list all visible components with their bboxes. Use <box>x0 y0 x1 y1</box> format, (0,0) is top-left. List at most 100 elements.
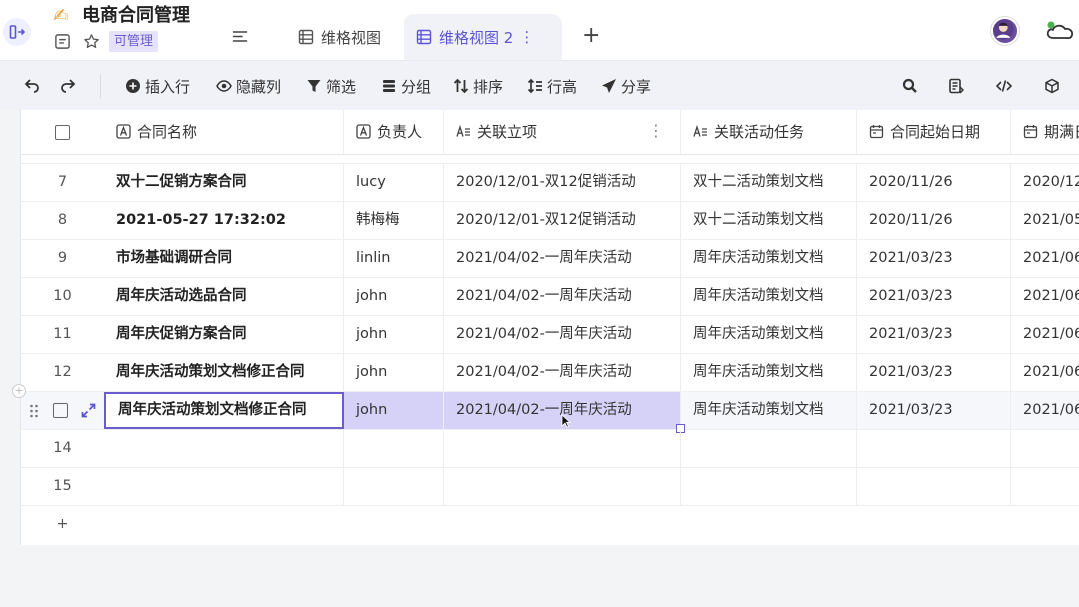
cell-end-date[interactable]: 2021/06 <box>1011 316 1079 353</box>
cell-owner[interactable] <box>344 430 444 467</box>
row-checkbox[interactable] <box>53 403 68 418</box>
cell-end-date[interactable]: 2020/12 <box>1011 164 1079 201</box>
cell-linked-task[interactable]: 周年庆活动策划文档 <box>681 240 857 277</box>
cell-linked-task[interactable] <box>681 430 857 467</box>
insert-row-button[interactable]: 插入行 <box>125 75 190 97</box>
cell-linked-task[interactable]: 周年庆活动策划文档 <box>681 392 857 429</box>
insert-row-plus-icon[interactable]: + <box>12 384 26 398</box>
cell-contract-name[interactable] <box>104 468 344 505</box>
doc-title[interactable]: 电商合同管理 <box>82 5 190 27</box>
cell-start-date[interactable]: 2020/11/26 <box>857 164 1011 201</box>
collapse-sidebar-button[interactable] <box>3 18 31 46</box>
filter-button[interactable]: 筛选 <box>306 75 356 97</box>
cell-start-date[interactable]: 2021/03/23 <box>857 392 1011 429</box>
outline-button[interactable] <box>229 26 251 46</box>
cell-contract-name[interactable]: 周年庆促销方案合同 <box>104 316 344 353</box>
cell-owner[interactable]: linlin <box>344 240 444 277</box>
cell-contract-name[interactable]: 双十二促销方案合同 <box>104 164 344 201</box>
select-all-cell[interactable] <box>21 110 104 154</box>
sync-cloud-icon[interactable] <box>1043 16 1079 44</box>
cell-owner[interactable]: john <box>344 354 444 391</box>
search-button[interactable] <box>902 75 922 97</box>
cell-end-date[interactable]: 2021/05 <box>1011 202 1079 239</box>
column-menu-icon[interactable]: ⋮ <box>648 122 664 140</box>
cell-linked-project[interactable] <box>444 468 681 505</box>
doc-info-icon[interactable] <box>53 32 71 50</box>
cell-start-date[interactable]: 2021/03/23 <box>857 354 1011 391</box>
cell-start-date[interactable]: 2021/03/23 <box>857 240 1011 277</box>
drag-handle-icon[interactable] <box>29 404 39 418</box>
redo-button[interactable] <box>60 75 80 97</box>
table-row[interactable]: 9 市场基础调研合同 linlin 2021/04/02-一周年庆活动 周年庆活… <box>21 240 1079 278</box>
tab-grid-view-1[interactable]: 维格视图 <box>286 14 395 60</box>
cell-linked-task[interactable]: 周年庆活动策划文档 <box>681 354 857 391</box>
cell-end-date[interactable]: 2021/06 <box>1011 354 1079 391</box>
table-row[interactable]: 14 <box>21 430 1079 468</box>
row-height-button[interactable]: 行高 <box>527 75 577 97</box>
cell-start-date[interactable] <box>857 430 1011 467</box>
table-row[interactable]: 11 周年庆促销方案合同 john 2021/04/02-一周年庆活动 周年庆活… <box>21 316 1079 354</box>
cell-owner[interactable]: 韩梅梅 <box>344 202 444 239</box>
star-icon[interactable] <box>82 32 100 50</box>
table-row-selected[interactable]: 周年庆活动策划文档修正合同 john 2021/04/02-一周年庆活动 周年庆… <box>21 392 1079 433</box>
cell-linked-project[interactable]: 2020/12/01-双12促销活动 <box>444 164 681 201</box>
cell-linked-task[interactable]: 双十二活动策划文档 <box>681 164 857 201</box>
cell-linked-project[interactable]: 2021/04/02-一周年庆活动 <box>444 240 681 277</box>
cell-owner[interactable]: lucy <box>344 164 444 201</box>
cell-end-date[interactable]: 2021/06 <box>1011 240 1079 277</box>
expand-record-icon[interactable] <box>81 403 96 418</box>
column-header-linked-project[interactable]: 关联立项 ⋮ <box>444 110 681 154</box>
cell-linked-task[interactable] <box>681 468 857 505</box>
cell-contract-name[interactable]: 周年庆活动策划文档修正合同 <box>104 354 344 391</box>
column-header-owner[interactable]: 负责人 <box>344 110 444 154</box>
tab-grid-view-2[interactable]: 维格视图 2 ⋮ <box>404 14 562 60</box>
cell-end-date[interactable]: 2021/06 <box>1011 278 1079 315</box>
cell-contract-name[interactable]: 市场基础调研合同 <box>104 240 344 277</box>
cell-linked-project[interactable]: 2021/04/02-一周年庆活动 <box>444 316 681 353</box>
table-row[interactable]: 8 2021-05-27 17:32:02 韩梅梅 2020/12/01-双12… <box>21 202 1079 240</box>
cell-contract-name-active[interactable]: 周年庆活动策划文档修正合同 <box>104 392 344 429</box>
table-row[interactable]: 12 周年庆活动策划文档修正合同 john 2021/04/02-一周年庆活动 … <box>21 354 1079 392</box>
cell-contract-name[interactable]: 周年庆活动选品合同 <box>104 278 344 315</box>
form-button[interactable] <box>948 75 968 97</box>
add-row-button[interactable]: + <box>21 506 104 543</box>
cell-owner[interactable]: john <box>344 316 444 353</box>
add-view-button[interactable]: + <box>582 24 600 48</box>
api-button[interactable] <box>996 75 1016 97</box>
column-header-contract-name[interactable]: 合同名称 <box>104 110 344 154</box>
sort-button[interactable]: 排序 <box>453 75 503 97</box>
cell-end-date[interactable] <box>1011 430 1079 467</box>
cell-linked-task[interactable]: 周年庆活动策划文档 <box>681 316 857 353</box>
column-header-end-date[interactable]: 期满日 <box>1011 110 1079 154</box>
hide-columns-button[interactable]: 隐藏列 <box>216 75 281 97</box>
cell-owner[interactable]: john <box>344 392 444 429</box>
cell-linked-project[interactable]: 2021/04/02-一周年庆活动 <box>444 354 681 391</box>
select-all-checkbox[interactable] <box>55 125 70 140</box>
widget-button[interactable] <box>1044 75 1064 97</box>
column-header-start-date[interactable]: 合同起始日期 <box>857 110 1011 154</box>
table-row[interactable]: 7 双十二促销方案合同 lucy 2020/12/01-双12促销活动 双十二活… <box>21 164 1079 202</box>
cell-start-date[interactable]: 2021/03/23 <box>857 316 1011 353</box>
table-row[interactable]: 10 周年庆活动选品合同 john 2021/04/02-一周年庆活动 周年庆活… <box>21 278 1079 316</box>
cell-end-date[interactable] <box>1011 468 1079 505</box>
cell-start-date[interactable]: 2020/11/26 <box>857 202 1011 239</box>
cell-owner[interactable]: john <box>344 278 444 315</box>
add-row-bar[interactable]: + <box>21 506 1079 544</box>
cell-linked-project[interactable]: 2020/12/01-双12促销活动 <box>444 202 681 239</box>
cell-start-date[interactable] <box>857 468 1011 505</box>
group-button[interactable]: 分组 <box>381 75 431 97</box>
cell-linked-project[interactable]: 2021/04/02-一周年庆活动 <box>444 278 681 315</box>
table-row[interactable]: 15 <box>21 468 1079 506</box>
cell-contract-name[interactable]: 2021-05-27 17:32:02 <box>104 202 344 239</box>
cell-start-date[interactable]: 2021/03/23 <box>857 278 1011 315</box>
column-header-linked-task[interactable]: 关联活动任务 <box>681 110 857 154</box>
undo-button[interactable] <box>24 75 44 97</box>
share-button[interactable]: 分享 <box>601 75 651 97</box>
cell-owner[interactable] <box>344 468 444 505</box>
tab-more-icon[interactable]: ⋮ <box>519 28 534 46</box>
cell-linked-task[interactable]: 双十二活动策划文档 <box>681 202 857 239</box>
cell-linked-project[interactable] <box>444 430 681 467</box>
cell-linked-task[interactable]: 周年庆活动策划文档 <box>681 278 857 315</box>
cell-contract-name[interactable] <box>104 430 344 467</box>
cell-end-date[interactable]: 2021/06 <box>1011 392 1079 429</box>
